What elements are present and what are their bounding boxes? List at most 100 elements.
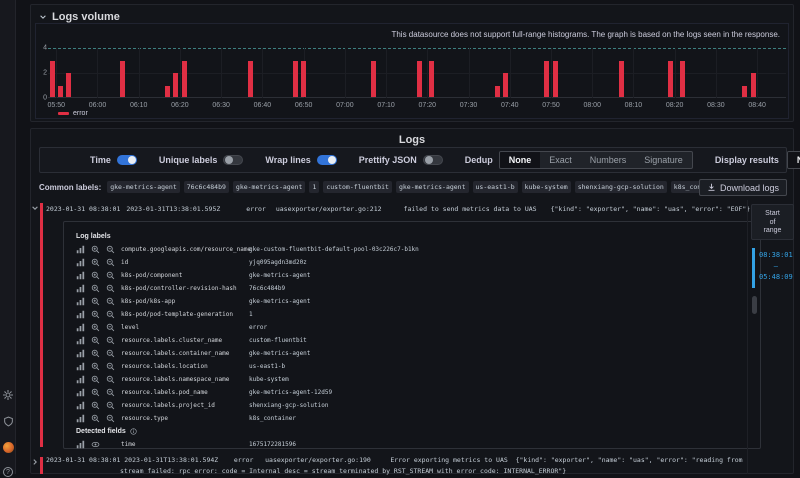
log-line[interactable]: 2023-01-31 08:38:01 2023-01-31T13:38:01.… bbox=[46, 455, 749, 476]
bar bbox=[416, 60, 422, 97]
help-icon[interactable]: ? bbox=[2, 466, 14, 478]
dedup-option-signature[interactable]: Signature bbox=[635, 152, 692, 168]
stats-icon[interactable] bbox=[76, 388, 91, 397]
stats-icon[interactable] bbox=[76, 297, 91, 306]
toggle-label: Wrap lines bbox=[265, 155, 311, 165]
logs-title: Logs bbox=[398, 134, 426, 146]
x-tick-label: 06:20 bbox=[171, 102, 189, 109]
common-label-badge: shenxiang-gcp-solution bbox=[574, 181, 667, 193]
filter-out-icon[interactable] bbox=[106, 414, 121, 423]
toggle-control-time: Time bbox=[90, 155, 137, 165]
dedup-option-numbers[interactable]: Numbers bbox=[581, 152, 636, 168]
filter-out-icon[interactable] bbox=[106, 349, 121, 358]
start-of-range-word: range bbox=[763, 227, 782, 234]
filter-out-icon[interactable] bbox=[106, 245, 121, 254]
label-value: 76c6c484b9 bbox=[249, 285, 286, 292]
stats-icon[interactable] bbox=[76, 362, 91, 371]
dedup-option-none[interactable]: None bbox=[499, 152, 541, 168]
stats-icon[interactable] bbox=[76, 258, 91, 267]
range-times[interactable]: 08:38:01 — 05:48:09 bbox=[759, 250, 793, 283]
filter-for-icon[interactable] bbox=[91, 271, 106, 280]
stats-icon[interactable] bbox=[76, 414, 91, 423]
filter-for-icon[interactable] bbox=[91, 375, 106, 384]
filter-for-icon[interactable] bbox=[91, 258, 106, 267]
filter-for-icon[interactable] bbox=[91, 388, 106, 397]
filter-out-icon[interactable] bbox=[106, 258, 121, 267]
stats-icon[interactable] bbox=[76, 440, 91, 449]
chevron-down-icon[interactable] bbox=[31, 204, 39, 212]
toggle-switch[interactable] bbox=[422, 155, 443, 165]
filter-out-icon[interactable] bbox=[106, 310, 121, 319]
logs-volume-header[interactable]: Logs volume bbox=[39, 11, 120, 23]
shield-icon[interactable] bbox=[2, 415, 14, 427]
bar bbox=[173, 73, 179, 97]
toggle-label: Unique labels bbox=[158, 155, 218, 165]
info-icon bbox=[130, 428, 137, 435]
avatar-image bbox=[2, 441, 14, 453]
common-labels-row: Common labels: gke-metrics-agent 76c6c484… bbox=[39, 181, 728, 193]
toggle-switch[interactable] bbox=[116, 155, 137, 165]
filter-out-icon[interactable] bbox=[106, 388, 121, 397]
log-line[interactable]: 2023-01-31 08:38:01 2023-01-31T13:38:01.… bbox=[46, 201, 750, 217]
filter-for-icon[interactable] bbox=[91, 323, 106, 332]
filter-for-icon[interactable] bbox=[91, 349, 106, 358]
label-key: compute.googleapis.com/resource_name bbox=[121, 246, 252, 253]
filter-for-icon[interactable] bbox=[91, 362, 106, 371]
bar bbox=[181, 60, 187, 97]
label-value: custom-fluentbit bbox=[249, 337, 307, 344]
filter-for-icon[interactable] bbox=[91, 310, 106, 319]
filter-for-icon[interactable] bbox=[91, 297, 106, 306]
start-of-range-button[interactable]: Start of range bbox=[751, 204, 794, 240]
bar bbox=[57, 85, 63, 97]
x-tick-label: 08:40 bbox=[748, 102, 766, 109]
user-avatar[interactable] bbox=[2, 441, 14, 453]
filter-out-icon[interactable] bbox=[106, 375, 121, 384]
stats-icon[interactable] bbox=[76, 336, 91, 345]
bar bbox=[301, 60, 307, 97]
filter-out-icon[interactable] bbox=[106, 401, 121, 410]
stats-icon[interactable] bbox=[76, 401, 91, 410]
display-results-label: Display results bbox=[714, 155, 779, 165]
x-tick-label: 07:40 bbox=[500, 102, 519, 109]
x-tick-label: 08:10 bbox=[624, 102, 643, 109]
stats-icon[interactable] bbox=[76, 323, 91, 332]
label-value: gke-metrics-agent bbox=[249, 350, 311, 357]
stats-icon[interactable] bbox=[76, 271, 91, 280]
filter-out-icon[interactable] bbox=[106, 297, 121, 306]
order-options-group: Newest firstOldest first bbox=[786, 151, 800, 169]
logs-volume-plot: 05:50 06:00 06:10 06:20 06:30 06:40 06:50 07:00… bbox=[47, 48, 786, 109]
legend-item-error[interactable]: error bbox=[58, 110, 88, 117]
scrollbar-thumb[interactable] bbox=[752, 296, 757, 314]
gear-icon[interactable] bbox=[2, 389, 14, 401]
order-option-newest-first[interactable]: Newest first bbox=[787, 152, 800, 168]
stats-icon[interactable] bbox=[76, 349, 91, 358]
filter-out-icon[interactable] bbox=[106, 323, 121, 332]
eye-icon[interactable] bbox=[91, 440, 106, 449]
label-key: resource.labels.cluster_name bbox=[121, 337, 223, 344]
stats-icon[interactable] bbox=[76, 375, 91, 384]
filter-for-icon[interactable] bbox=[91, 401, 106, 410]
toggle-control-unique-labels: Unique labels bbox=[159, 155, 244, 165]
stats-icon[interactable] bbox=[76, 284, 91, 293]
label-key: resource.type bbox=[121, 415, 168, 422]
toggle-switch[interactable] bbox=[223, 155, 244, 165]
filter-out-icon[interactable] bbox=[106, 271, 121, 280]
y-tick-label: 2 bbox=[43, 69, 47, 77]
common-label-badge: gke-metrics-agent bbox=[232, 181, 306, 193]
filter-out-icon[interactable] bbox=[106, 362, 121, 371]
bar bbox=[49, 60, 55, 97]
toggle-label: Time bbox=[90, 155, 111, 165]
legend-swatch bbox=[58, 112, 69, 115]
filter-for-icon[interactable] bbox=[91, 284, 106, 293]
toggle-switch[interactable] bbox=[316, 155, 337, 165]
filter-out-icon[interactable] bbox=[106, 336, 121, 345]
download-logs-button[interactable]: Download logs bbox=[698, 179, 787, 196]
chevron-right-icon[interactable] bbox=[31, 458, 39, 466]
filter-for-icon[interactable] bbox=[91, 414, 106, 423]
stats-icon[interactable] bbox=[76, 310, 91, 319]
dedup-option-exact[interactable]: Exact bbox=[540, 152, 581, 168]
filter-for-icon[interactable] bbox=[91, 336, 106, 345]
stats-icon[interactable] bbox=[76, 245, 91, 254]
filter-for-icon[interactable] bbox=[91, 245, 106, 254]
filter-out-icon[interactable] bbox=[106, 284, 121, 293]
